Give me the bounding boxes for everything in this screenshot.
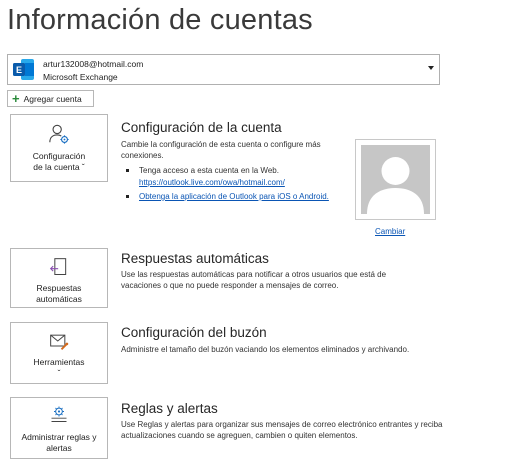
rules-alerts-title: Reglas y alertas (121, 401, 218, 416)
account-settings-button[interactable]: Configuración de la cuenta ˇ (10, 114, 108, 182)
rules-alerts-description: Use Reglas y alertas para organizar sus … (121, 420, 443, 440)
profile-placeholder-icon (361, 145, 430, 214)
owa-link[interactable]: https://outlook.live.com/owa/hotmail.com… (139, 178, 285, 187)
mailbox-settings-description: Administre el tamaño del buzón vaciando … (121, 345, 410, 354)
account-settings-bullets: Tenga acceso a esta cuenta en la Web. ht… (125, 165, 355, 203)
add-account-label: Agregar cuenta (23, 93, 82, 104)
chevron-down-icon[interactable] (428, 66, 434, 70)
account-selector[interactable]: E artur132008@hotmail.com Microsoft Exch… (7, 54, 440, 85)
mailbox-tools-icon (50, 334, 69, 350)
exchange-logo-icon: E (13, 59, 34, 80)
change-photo-link[interactable]: Cambiar (375, 227, 405, 236)
manage-rules-button[interactable]: Administrar reglas y alertas (10, 397, 108, 459)
account-settings-label-2: de la cuenta ˇ (33, 162, 85, 172)
mailbox-tools-button[interactable]: Herramientas ˇ (10, 322, 108, 384)
mailbox-settings-title: Configuración del buzón (121, 325, 267, 340)
auto-replies-label-1: Respuestas (36, 283, 82, 293)
rules-gear-icon (51, 406, 67, 422)
add-account-button[interactable]: + Agregar cuenta (7, 90, 94, 107)
manage-rules-label-1: Administrar reglas y (21, 432, 97, 442)
account-email: artur132008@hotmail.com (43, 59, 144, 69)
svg-text:E: E (16, 65, 22, 75)
mailbox-tools-label: Herramientas (33, 357, 85, 367)
mobile-app-item: Obtenga la aplicación de Outlook para iO… (125, 191, 355, 203)
plus-icon: + (12, 91, 20, 106)
user-gear-icon (49, 124, 69, 144)
auto-replies-description: Use las respuestas automáticas para noti… (121, 270, 387, 290)
mobile-app-link[interactable]: Obtenga la aplicación de Outlook para iO… (139, 192, 329, 201)
auto-replies-button[interactable]: Respuestas automáticas (10, 248, 108, 308)
profile-photo (355, 139, 436, 220)
owa-link-item: https://outlook.live.com/owa/hotmail.com… (125, 177, 355, 189)
manage-rules-label-2: alertas (46, 443, 72, 453)
account-settings-label-1: Configuración (32, 151, 86, 161)
page-title: Información de cuentas (7, 4, 313, 36)
account-type: Microsoft Exchange (43, 72, 118, 82)
mailbox-tools-chevron: ˇ (57, 368, 61, 378)
bullet-web-access: Tenga acceso a esta cuenta en la Web. (125, 165, 355, 177)
account-settings-description: Cambie la configuración de esta cuenta o… (121, 140, 321, 160)
account-settings-title: Configuración de la cuenta (121, 120, 282, 135)
door-arrow-icon (49, 258, 67, 275)
auto-replies-label-2: automáticas (36, 294, 82, 304)
auto-replies-title: Respuestas automáticas (121, 251, 269, 266)
